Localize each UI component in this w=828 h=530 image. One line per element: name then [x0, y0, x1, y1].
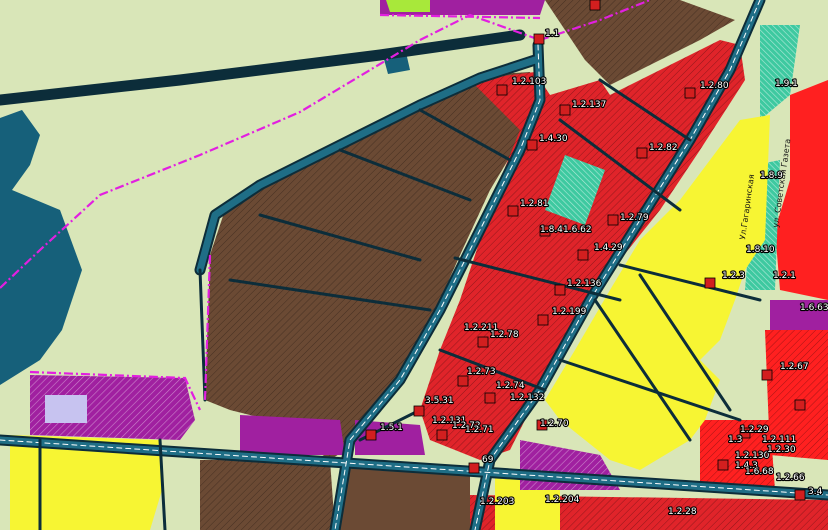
- zone-label: 1.4.30: [539, 134, 568, 144]
- zone-label: 1.6.63: [800, 303, 828, 313]
- zone-label: 3.5.31: [425, 396, 454, 406]
- zone-label: 1.2.74: [496, 381, 525, 391]
- zone-label: 1.8.4: [540, 225, 563, 235]
- zone-label: 1.2.136: [567, 279, 602, 289]
- zone-label: 1.2.1: [773, 271, 796, 281]
- zone-label: 1.2.82: [649, 143, 678, 153]
- zone-label: 1.2.30: [767, 445, 796, 455]
- zone-label: 1.8.9: [760, 171, 783, 181]
- zone-label: 69: [482, 455, 494, 465]
- zone-label: 1.6.62: [563, 225, 592, 235]
- zone-label: 1.2.78: [490, 330, 519, 340]
- zone-label: 1.9.1: [775, 79, 798, 89]
- zone-label: 1.8.10: [746, 245, 775, 255]
- zone-label: 1.2.71: [465, 425, 494, 435]
- zone-label: 1.2.81: [520, 199, 549, 209]
- zone-label: 1.2.70: [540, 419, 569, 429]
- zone-label: 1.2.79: [620, 213, 649, 223]
- zone-label: 1.2.66: [776, 473, 805, 483]
- map-canvas[interactable]: Ул.Гагаринская ул. Советская Газета 1.1: [0, 0, 828, 530]
- zone-label: 1.2.67: [780, 362, 809, 372]
- zone-label: 1.2.111: [762, 435, 796, 445]
- zone-label: 1.6.68: [745, 467, 774, 477]
- zone-label: 3.4: [808, 487, 823, 497]
- zone-label: 1.3: [728, 435, 742, 445]
- zone-label: 1.5.1: [380, 423, 403, 433]
- zone-label: 1.2.29: [740, 425, 769, 435]
- zone-label: 1.2.199: [552, 307, 587, 317]
- zone-label: 1.2.130: [735, 451, 770, 461]
- zone-label: 1.2.73: [467, 367, 496, 377]
- zone-label: 1.2.132: [510, 393, 544, 403]
- zone-label: 1.2.203: [480, 497, 514, 507]
- zone-label: 1.2.80: [700, 81, 729, 91]
- zone-label: 1.1: [545, 29, 559, 39]
- zoning-map[interactable]: Ул.Гагаринская ул. Советская Газета 1.1: [0, 0, 828, 530]
- zone-label: 1.2.137: [572, 100, 606, 110]
- zone-label: 1.2.103: [512, 77, 546, 87]
- zone-label: 1.2.28: [668, 507, 697, 517]
- zone-label: 1.4.29: [594, 243, 623, 253]
- lavender-block: [45, 395, 87, 423]
- zone-label: 1.2.204: [545, 495, 580, 505]
- zone-label: 1.2.3: [722, 271, 745, 281]
